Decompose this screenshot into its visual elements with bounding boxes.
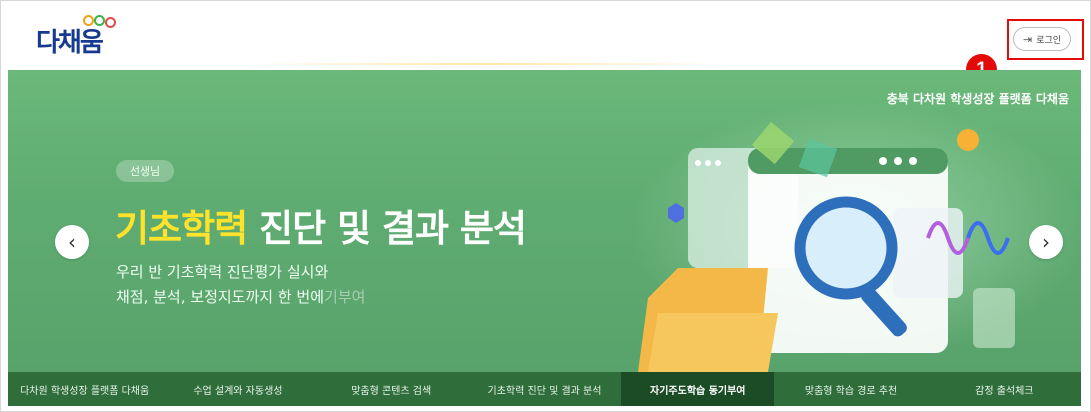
audience-tag: 선생님 [116,160,174,182]
chevron-left-icon: ‹ [68,230,76,254]
carousel-next-button[interactable]: › [1029,225,1063,259]
banner-description: 우리 반 기초학력 진단평가 실시와 채점, 분석, 보정지도까지 한 번에기부… [116,260,365,310]
tab-platform[interactable]: 다차원 학생성장 플랫폼 다채움 [8,372,161,406]
desc-line-1: 우리 반 기초학력 진단평가 실시와 [116,263,329,281]
tab-content-search[interactable]: 맞춤형 콘텐츠 검색 [315,372,468,406]
tab-learning-path[interactable]: 맞춤형 학습 경로 추천 [774,372,927,406]
tab-lesson-design[interactable]: 수업 설계와 자동생성 [161,372,314,406]
logo-dot-red [105,17,116,28]
tab-basic-diagnosis[interactable]: 기초학력 진단 및 결과 분석 [468,372,621,406]
logo-text: 다채움 [36,28,104,58]
tab-emotion-attendance[interactable]: 감정 출석체크 [928,372,1081,406]
feature-tab-bar: 다차원 학생성장 플랫폼 다채움 수업 설계와 자동생성 맞춤형 콘텐츠 검색 … [8,372,1081,406]
desc-line-2-fade: 기부여 [324,288,366,306]
desc-line-2-text: 채점, 분석, 보정지도까지 한 번에 [116,288,325,306]
banner-headline: 기초학력 진단 및 결과 분석 [115,198,527,252]
chevron-right-icon: › [1042,230,1050,254]
tab-self-directed-learning[interactable]: 자기주도학습 동기부여 [621,372,775,406]
headline-rest: 진단 및 결과 분석 [247,207,527,250]
headline-highlight: 기초학력 [115,207,248,250]
desc-line-2: 채점, 분석, 보정지도까지 한 번에기부여 [116,285,365,310]
login-highlight-box [1007,19,1084,60]
site-header: 다채움 ⇥ 로그인 [0,0,1091,70]
hero-banner: 충북 다차원 학생성장 플랫폼 다채움 선생님 기초학력 진단 및 결과 분석 … [8,70,1081,372]
site-logo[interactable]: 다채움 [36,14,136,58]
carousel-prev-button[interactable]: ‹ [55,225,89,259]
banner-caption: 충북 다차원 학생성장 플랫폼 다채움 [886,92,1069,106]
header-divider [250,63,720,65]
magnifier-illustration [638,121,1015,372]
